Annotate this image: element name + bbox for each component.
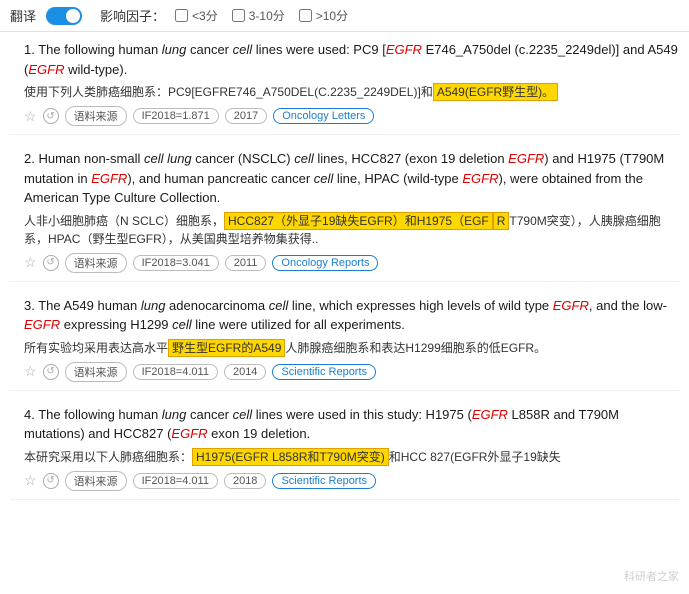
result-2-cn-highlight1: HCC827（外显子19缺失EGFR）和H1975（EGF <box>224 212 493 230</box>
result-4-cn-highlight: H1975(EGFR L858R和T790M突变) <box>192 448 389 466</box>
egfr-gene-1b: EGFR <box>28 62 64 77</box>
result-1-cn: 使用下列人类肺癌细胞系：PC9[EGFRE746_A750DEL(C.2235_… <box>10 83 679 101</box>
journal-badge-2[interactable]: Oncology Reports <box>272 255 378 271</box>
lung-italic-4: lung <box>162 407 187 422</box>
result-item-4: 4. The following human lung cancer cell … <box>10 405 679 500</box>
year-badge-4[interactable]: 2018 <box>224 473 266 489</box>
result-4-number: 4. <box>24 407 38 422</box>
cell-italic-1: cell <box>233 42 253 57</box>
checkbox-3-10-label: 3-10分 <box>249 7 285 24</box>
result-1-number: 1. <box>24 42 38 57</box>
egf-gene-2a: EGF <box>508 151 535 166</box>
journal-badge-1[interactable]: Oncology Letters <box>273 108 374 124</box>
checkbox-less-3-label: <3分 <box>192 7 218 24</box>
result-1-cn-before: 使用下列人类肺癌细胞系：PC9[EGFRE746_A750DEL(C.2235_… <box>24 85 433 99</box>
result-3-en: 3. The A549 human lung adenocarcinoma ce… <box>10 296 679 335</box>
result-3-cn: 所有实验均采用表达高水平野生型EGFR的A549人肺腺癌细胞系和表达H1299细… <box>10 339 679 357</box>
cell-italic-3b: cell <box>172 317 192 332</box>
egfr-gene-4a: EGFR <box>472 407 508 422</box>
source-badge-4[interactable]: 语料来源 <box>65 471 127 491</box>
circle-icon-4[interactable]: ↺ <box>43 473 59 489</box>
journal-badge-3[interactable]: Scientific Reports <box>272 364 376 380</box>
egfr-gene-2b: EGFR <box>91 171 127 186</box>
impact-factor-label: 影响因子： <box>100 6 165 25</box>
result-2-cn-highlight2: R <box>493 212 510 230</box>
star-icon-1[interactable]: ☆ <box>24 108 37 125</box>
source-badge-1[interactable]: 语料来源 <box>65 106 127 126</box>
result-4-meta: ☆ ↺ 语料来源 IF2018=4.011 2018 Scientific Re… <box>10 471 679 491</box>
result-3-cn-highlight: 野生型EGFR的A549 <box>168 339 285 357</box>
checkbox-less-3[interactable]: <3分 <box>175 7 218 24</box>
lung-italic-3: lung <box>141 298 166 313</box>
result-3-number: 3. <box>24 298 38 313</box>
result-2-meta: ☆ ↺ 语料来源 IF2018=3.041 2011 Oncology Repo… <box>10 253 679 273</box>
journal-badge-4[interactable]: Scientific Reports <box>272 473 376 489</box>
circle-icon-1[interactable]: ↺ <box>43 108 59 124</box>
cell-italic-2: cell <box>294 151 314 166</box>
checkbox-3-10-input[interactable] <box>232 9 245 22</box>
checkbox-gt-10-input[interactable] <box>299 9 312 22</box>
result-3-cn-after: 人肺腺癌细胞系和表达H1299细胞系的低EGFR。 <box>285 341 546 355</box>
if-badge-1[interactable]: IF2018=1.871 <box>133 108 219 124</box>
if-badge-2[interactable]: IF2018=3.041 <box>133 255 219 271</box>
source-badge-2[interactable]: 语料来源 <box>65 253 127 273</box>
checkbox-less-3-input[interactable] <box>175 9 188 22</box>
checkbox-3-10[interactable]: 3-10分 <box>232 7 285 24</box>
circle-icon-2[interactable]: ↺ <box>43 255 59 271</box>
circle-icon-3[interactable]: ↺ <box>43 364 59 380</box>
checkbox-gt-10-label: >10分 <box>316 7 348 24</box>
lung-italic-1: lung <box>162 42 187 57</box>
result-1-meta: ☆ ↺ 语料来源 IF2018=1.871 2017 Oncology Lett… <box>10 106 679 126</box>
result-item-1: 1. The following human lung cancer cell … <box>10 40 679 135</box>
r-gene-2a: R <box>535 151 544 166</box>
result-1-en: 1. The following human lung cancer cell … <box>10 40 679 79</box>
egfr-gene-2c: EGFR <box>462 171 498 186</box>
cell-italic-3: cell <box>269 298 289 313</box>
star-icon-2[interactable]: ☆ <box>24 254 37 271</box>
result-3-meta: ☆ ↺ 语料来源 IF2018=4.011 2014 Scientific Re… <box>10 362 679 382</box>
checkbox-gt-10[interactable]: >10分 <box>299 7 348 24</box>
star-icon-3[interactable]: ☆ <box>24 363 37 380</box>
watermark: 科研者之家 <box>624 568 679 584</box>
result-item-3: 3. The A549 human lung adenocarcinoma ce… <box>10 296 679 391</box>
cell-italic-4: cell <box>233 407 253 422</box>
result-2-cn-before: 人非小细胞肺癌（N SCLC）细胞系， <box>24 214 224 228</box>
egfr-gene-1a: EGFR <box>386 42 422 57</box>
result-2-number: 2. <box>24 151 38 166</box>
result-item-2: 2. Human non-small cell lung cancer (NSC… <box>10 149 679 282</box>
if-badge-3[interactable]: IF2018=4.011 <box>133 364 218 380</box>
results-list: 1. The following human lung cancer cell … <box>0 32 689 524</box>
result-2-en: 2. Human non-small cell lung cancer (NSC… <box>10 149 679 208</box>
translate-toggle[interactable] <box>46 7 82 25</box>
egfr-gene-3a: EGFR <box>553 298 589 313</box>
star-icon-4[interactable]: ☆ <box>24 472 37 489</box>
result-2-cn: 人非小细胞肺癌（N SCLC）细胞系，HCC827（外显子19缺失EGFR）和H… <box>10 212 679 248</box>
translate-label: 翻译 <box>10 6 36 25</box>
cell-lung-italic-2: cell lung <box>144 151 192 166</box>
result-4-cn-before: 本研究采用以下人肺癌细胞系： <box>24 450 192 464</box>
cell-italic-2b: cell <box>314 171 334 186</box>
year-badge-3[interactable]: 2014 <box>224 364 266 380</box>
source-badge-3[interactable]: 语料来源 <box>65 362 127 382</box>
result-4-en: 4. The following human lung cancer cell … <box>10 405 679 444</box>
if-badge-4[interactable]: IF2018=4.011 <box>133 473 218 489</box>
year-badge-2[interactable]: 2011 <box>225 255 267 271</box>
egfr-gene-3b: EGFR <box>24 317 60 332</box>
egfr-gene-4b: EGFR <box>171 426 207 441</box>
result-3-cn-before: 所有实验均采用表达高水平 <box>24 341 168 355</box>
year-badge-1[interactable]: 2017 <box>225 108 267 124</box>
impact-checkboxes: <3分 3-10分 >10分 <box>175 7 348 24</box>
result-1-cn-highlight: A549(EGFR野生型)。 <box>433 83 558 101</box>
result-4-cn: 本研究采用以下人肺癌细胞系：H1975(EGFR L858R和T790M突变)和… <box>10 448 679 466</box>
toolbar: 翻译 影响因子： <3分 3-10分 >10分 <box>0 0 689 32</box>
result-4-cn-after: 和HCC 827(EGFR外显子19缺失 <box>389 450 561 464</box>
